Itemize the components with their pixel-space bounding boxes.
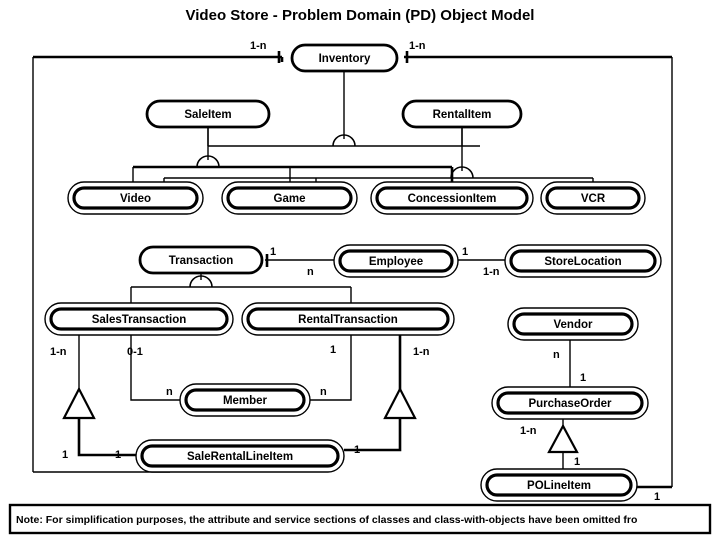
class-label: POLineItem — [527, 480, 591, 492]
multiplicity-mem-right-n: n — [320, 386, 327, 398]
multiplicity-rt-srl-1n: 1-n — [413, 346, 430, 358]
class-label: Game — [274, 193, 306, 205]
class-box-purchaseorder[interactable]: PurchaseOrder — [491, 386, 649, 420]
class-label: Employee — [369, 256, 423, 268]
class-box-concessionitem[interactable]: ConcessionItem — [370, 181, 534, 215]
class-box-storelocation[interactable]: StoreLocation — [504, 244, 662, 278]
multiplicity-srl-left-1: 1 — [62, 449, 68, 461]
class-box-saleitem[interactable]: SaleItem — [145, 99, 271, 129]
multiplicity-st-srl-1n: 1-n — [50, 346, 67, 358]
multiplicity-emp-sl-1n: 1-n — [483, 266, 500, 278]
class-label: Vendor — [554, 319, 594, 331]
multiplicity-st-mem-01: 0-1 — [127, 346, 143, 358]
multiplicity-inv-right: 1-n — [409, 40, 426, 52]
object-model-svg: Video Store - Problem Domain (PD) Object… — [8, 7, 712, 535]
class-box-salestransaction[interactable]: SalesTransaction — [44, 302, 234, 336]
multiplicity-po-pol-1n: 1-n — [520, 425, 537, 437]
multiplicity-tr-emp-1: 1 — [270, 246, 276, 258]
multiplicity-emp-sl-1: 1 — [462, 246, 468, 258]
class-label: SalesTransaction — [92, 314, 187, 326]
multiplicity-tr-emp-n: n — [307, 266, 314, 278]
class-label: Inventory — [319, 53, 371, 65]
class-label: SaleItem — [184, 109, 231, 121]
link-sales-srl — [77, 418, 136, 457]
class-box-employee[interactable]: Employee — [333, 244, 459, 278]
page-title: Video Store - Problem Domain (PD) Object… — [186, 7, 535, 24]
multiplicity-po-pol-1: 1 — [574, 456, 580, 468]
aggregation-triangle-rental — [383, 386, 417, 420]
class-box-vcr[interactable]: VCR — [540, 181, 646, 215]
class-label: Member — [223, 395, 268, 407]
multiplicity-ven-po-1: 1 — [580, 372, 586, 384]
footer-note: Note: For simplification purposes, the a… — [8, 503, 712, 535]
class-label: StoreLocation — [544, 256, 621, 268]
aggregation-triangle-sales — [62, 386, 96, 420]
multiplicity-pol-right-1: 1 — [654, 491, 660, 503]
class-box-video[interactable]: Video — [67, 181, 204, 215]
class-box-inventory[interactable]: Inventory — [290, 43, 399, 73]
class-label: SaleRentalLineItem — [187, 451, 293, 463]
multiplicity-srl-right-1: 1 — [354, 444, 360, 456]
class-label: Video — [120, 193, 151, 205]
multiplicity-inv-left: 1-n — [250, 40, 267, 52]
class-box-rentalitem[interactable]: RentalItem — [401, 99, 523, 129]
class-box-rentaltransaction[interactable]: RentalTransaction — [241, 302, 455, 336]
class-label: Transaction — [169, 255, 234, 267]
class-box-member[interactable]: Member — [179, 383, 311, 417]
diagram-canvas: Video Store - Problem Domain (PD) Object… — [0, 0, 720, 540]
class-box-polineitem[interactable]: POLineItem — [480, 468, 638, 502]
class-label: PurchaseOrder — [528, 398, 612, 410]
class-box-salerentallineitem[interactable]: SaleRentalLineItem — [135, 439, 345, 473]
class-label: ConcessionItem — [408, 193, 497, 205]
class-label: VCR — [581, 193, 606, 205]
class-box-game[interactable]: Game — [221, 181, 358, 215]
note-text: Note: For simplification purposes, the a… — [16, 514, 637, 526]
multiplicity-rt-mem-1: 1 — [330, 344, 336, 356]
multiplicity-mem-left-n: n — [166, 386, 173, 398]
class-boxes: Inventory SaleItem RentalItem Video Game Conc… — [44, 43, 662, 502]
class-label: RentalTransaction — [298, 314, 398, 326]
class-label: RentalItem — [433, 109, 492, 121]
aggregation-triangle-purchaseorder — [547, 423, 579, 454]
class-box-transaction[interactable]: Transaction — [138, 245, 264, 275]
multiplicity-ven-po-n: n — [553, 349, 560, 361]
link-rental-srl — [344, 418, 402, 452]
class-box-vendor[interactable]: Vendor — [507, 307, 639, 341]
multiplicity-srl-in-1: 1 — [115, 449, 121, 461]
